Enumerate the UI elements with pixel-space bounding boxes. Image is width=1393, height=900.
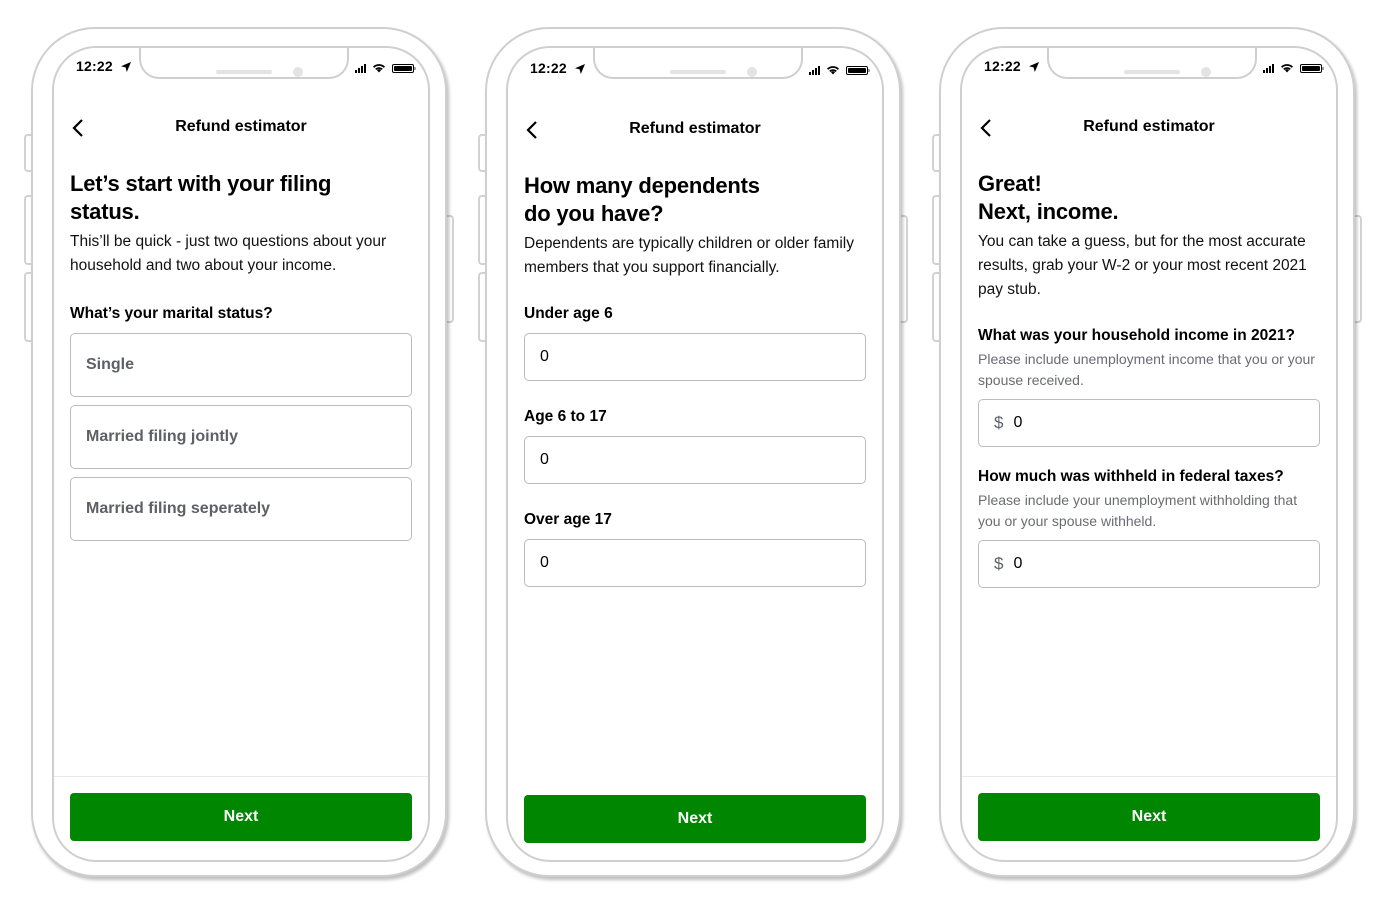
input-value: 0 xyxy=(540,348,549,365)
notch xyxy=(1047,48,1257,79)
income-content: Great! Next, income. You can take a gues… xyxy=(978,170,1320,588)
heading-line-2: do you have? xyxy=(524,201,664,226)
camera xyxy=(1201,67,1211,77)
field-hint: Please include your unemployment withhol… xyxy=(978,492,1298,529)
filing-status-content: Let’s start with your filing status. Thi… xyxy=(70,170,412,541)
location-arrow-icon xyxy=(575,64,585,74)
dependents-content: How many dependents do you have? Depende… xyxy=(524,172,866,587)
field-label: Under age 6 xyxy=(524,305,613,322)
nav-bar: Refund estimator xyxy=(508,110,882,150)
federal-withholding-input[interactable]: $ 0 xyxy=(978,540,1320,588)
input-value: 0 xyxy=(540,451,549,468)
page-description: You can take a guess, but for the most a… xyxy=(978,233,1307,298)
age-6-to-17-input[interactable]: 0 xyxy=(524,436,866,484)
field-hint: Please include unemployment income that … xyxy=(978,351,1315,388)
heading-line-1: How many dependents xyxy=(524,173,760,198)
camera xyxy=(747,67,757,77)
field-label: Age 6 to 17 xyxy=(524,408,607,425)
phone-frame-dependents: 12:22 Refund estimator How many dependen… xyxy=(478,27,908,877)
input-value: 0 xyxy=(540,554,549,571)
notch xyxy=(139,48,349,79)
status-time: 12:22 xyxy=(76,58,113,74)
footer-divider xyxy=(962,776,1336,777)
screen: 12:22 Refund estimator Let’s start with … xyxy=(52,46,430,862)
status-time: 12:22 xyxy=(984,58,1021,74)
over-age-17-input[interactable]: 0 xyxy=(524,539,866,587)
signal-icon xyxy=(355,63,366,73)
dependent-field-under-6: Under age 6 0 xyxy=(524,304,866,381)
heading-line-1: Great! xyxy=(978,171,1042,196)
status-icons xyxy=(809,64,870,76)
battery-icon xyxy=(392,63,416,73)
field-label: How much was withheld in federal taxes? xyxy=(978,468,1284,485)
federal-withholding-field: How much was withheld in federal taxes? … xyxy=(978,467,1320,588)
signal-icon xyxy=(809,65,820,75)
input-value: 0 xyxy=(1013,414,1023,431)
nav-title: Refund estimator xyxy=(1083,118,1215,135)
option-married-filing-separately[interactable]: Married filing seperately xyxy=(70,477,412,541)
household-income-input[interactable]: $ 0 xyxy=(978,399,1320,447)
notch xyxy=(593,48,803,79)
field-label: Over age 17 xyxy=(524,511,612,528)
camera xyxy=(293,67,303,77)
location-arrow-icon xyxy=(121,62,131,72)
marital-status-options: Single Married filing jointly Married fi… xyxy=(70,333,412,541)
page-description: Dependents are typically children or old… xyxy=(524,235,854,276)
phone-shell: 12:22 Refund estimator Let’s start with … xyxy=(31,27,447,877)
nav-title: Refund estimator xyxy=(175,118,307,135)
dollar-prefix: $ xyxy=(994,413,1004,432)
wifi-icon xyxy=(373,64,385,73)
household-income-field: What was your household income in 2021? … xyxy=(978,326,1320,447)
phone-frame-filing-status: 12:22 Refund estimator Let’s start with … xyxy=(24,27,454,877)
input-value: 0 xyxy=(1013,555,1023,572)
screen: 12:22 Refund estimator How many dependen… xyxy=(506,46,884,862)
field-label: What was your household income in 2021? xyxy=(978,327,1295,344)
status-icons xyxy=(1263,62,1324,74)
next-button[interactable]: Next xyxy=(978,793,1320,841)
page-heading: Let’s start with your filing status. xyxy=(70,171,332,224)
phone-shell: 12:22 Refund estimator Great! Next, inco… xyxy=(939,27,1355,877)
phone-shell: 12:22 Refund estimator How many dependen… xyxy=(485,27,901,877)
next-button[interactable]: Next xyxy=(70,793,412,841)
option-married-filing-jointly[interactable]: Married filing jointly xyxy=(70,405,412,469)
heading-line-2: Next, income. xyxy=(978,199,1119,224)
phone-frame-income: 12:22 Refund estimator Great! Next, inco… xyxy=(932,27,1362,877)
option-single[interactable]: Single xyxy=(70,333,412,397)
under-age-6-input[interactable]: 0 xyxy=(524,333,866,381)
footer-divider xyxy=(54,776,428,777)
signal-icon xyxy=(1263,63,1274,73)
nav-bar: Refund estimator xyxy=(54,108,428,148)
dollar-prefix: $ xyxy=(994,554,1004,573)
dependent-field-6-to-17: Age 6 to 17 0 xyxy=(524,407,866,484)
speaker xyxy=(670,70,726,74)
wifi-icon xyxy=(827,66,839,75)
nav-bar: Refund estimator xyxy=(962,108,1336,148)
speaker xyxy=(1124,70,1180,74)
power-button xyxy=(446,215,454,323)
page-heading: Great! Next, income. xyxy=(978,170,1320,226)
marital-status-label: What’s your marital status? xyxy=(70,305,273,322)
wifi-icon xyxy=(1281,64,1293,73)
battery-icon xyxy=(1300,63,1324,73)
dependent-field-over-17: Over age 17 0 xyxy=(524,510,866,587)
screen: 12:22 Refund estimator Great! Next, inco… xyxy=(960,46,1338,862)
page-description: This’ll be quick - just two questions ab… xyxy=(70,233,387,274)
power-button xyxy=(1354,215,1362,323)
speaker xyxy=(216,70,272,74)
status-icons xyxy=(355,62,416,74)
power-button xyxy=(900,215,908,323)
location-arrow-icon xyxy=(1029,62,1039,72)
battery-icon xyxy=(846,65,870,75)
next-button[interactable]: Next xyxy=(524,795,866,843)
page-heading: How many dependents do you have? xyxy=(524,172,866,228)
nav-title: Refund estimator xyxy=(629,120,761,137)
status-time: 12:22 xyxy=(530,60,567,76)
